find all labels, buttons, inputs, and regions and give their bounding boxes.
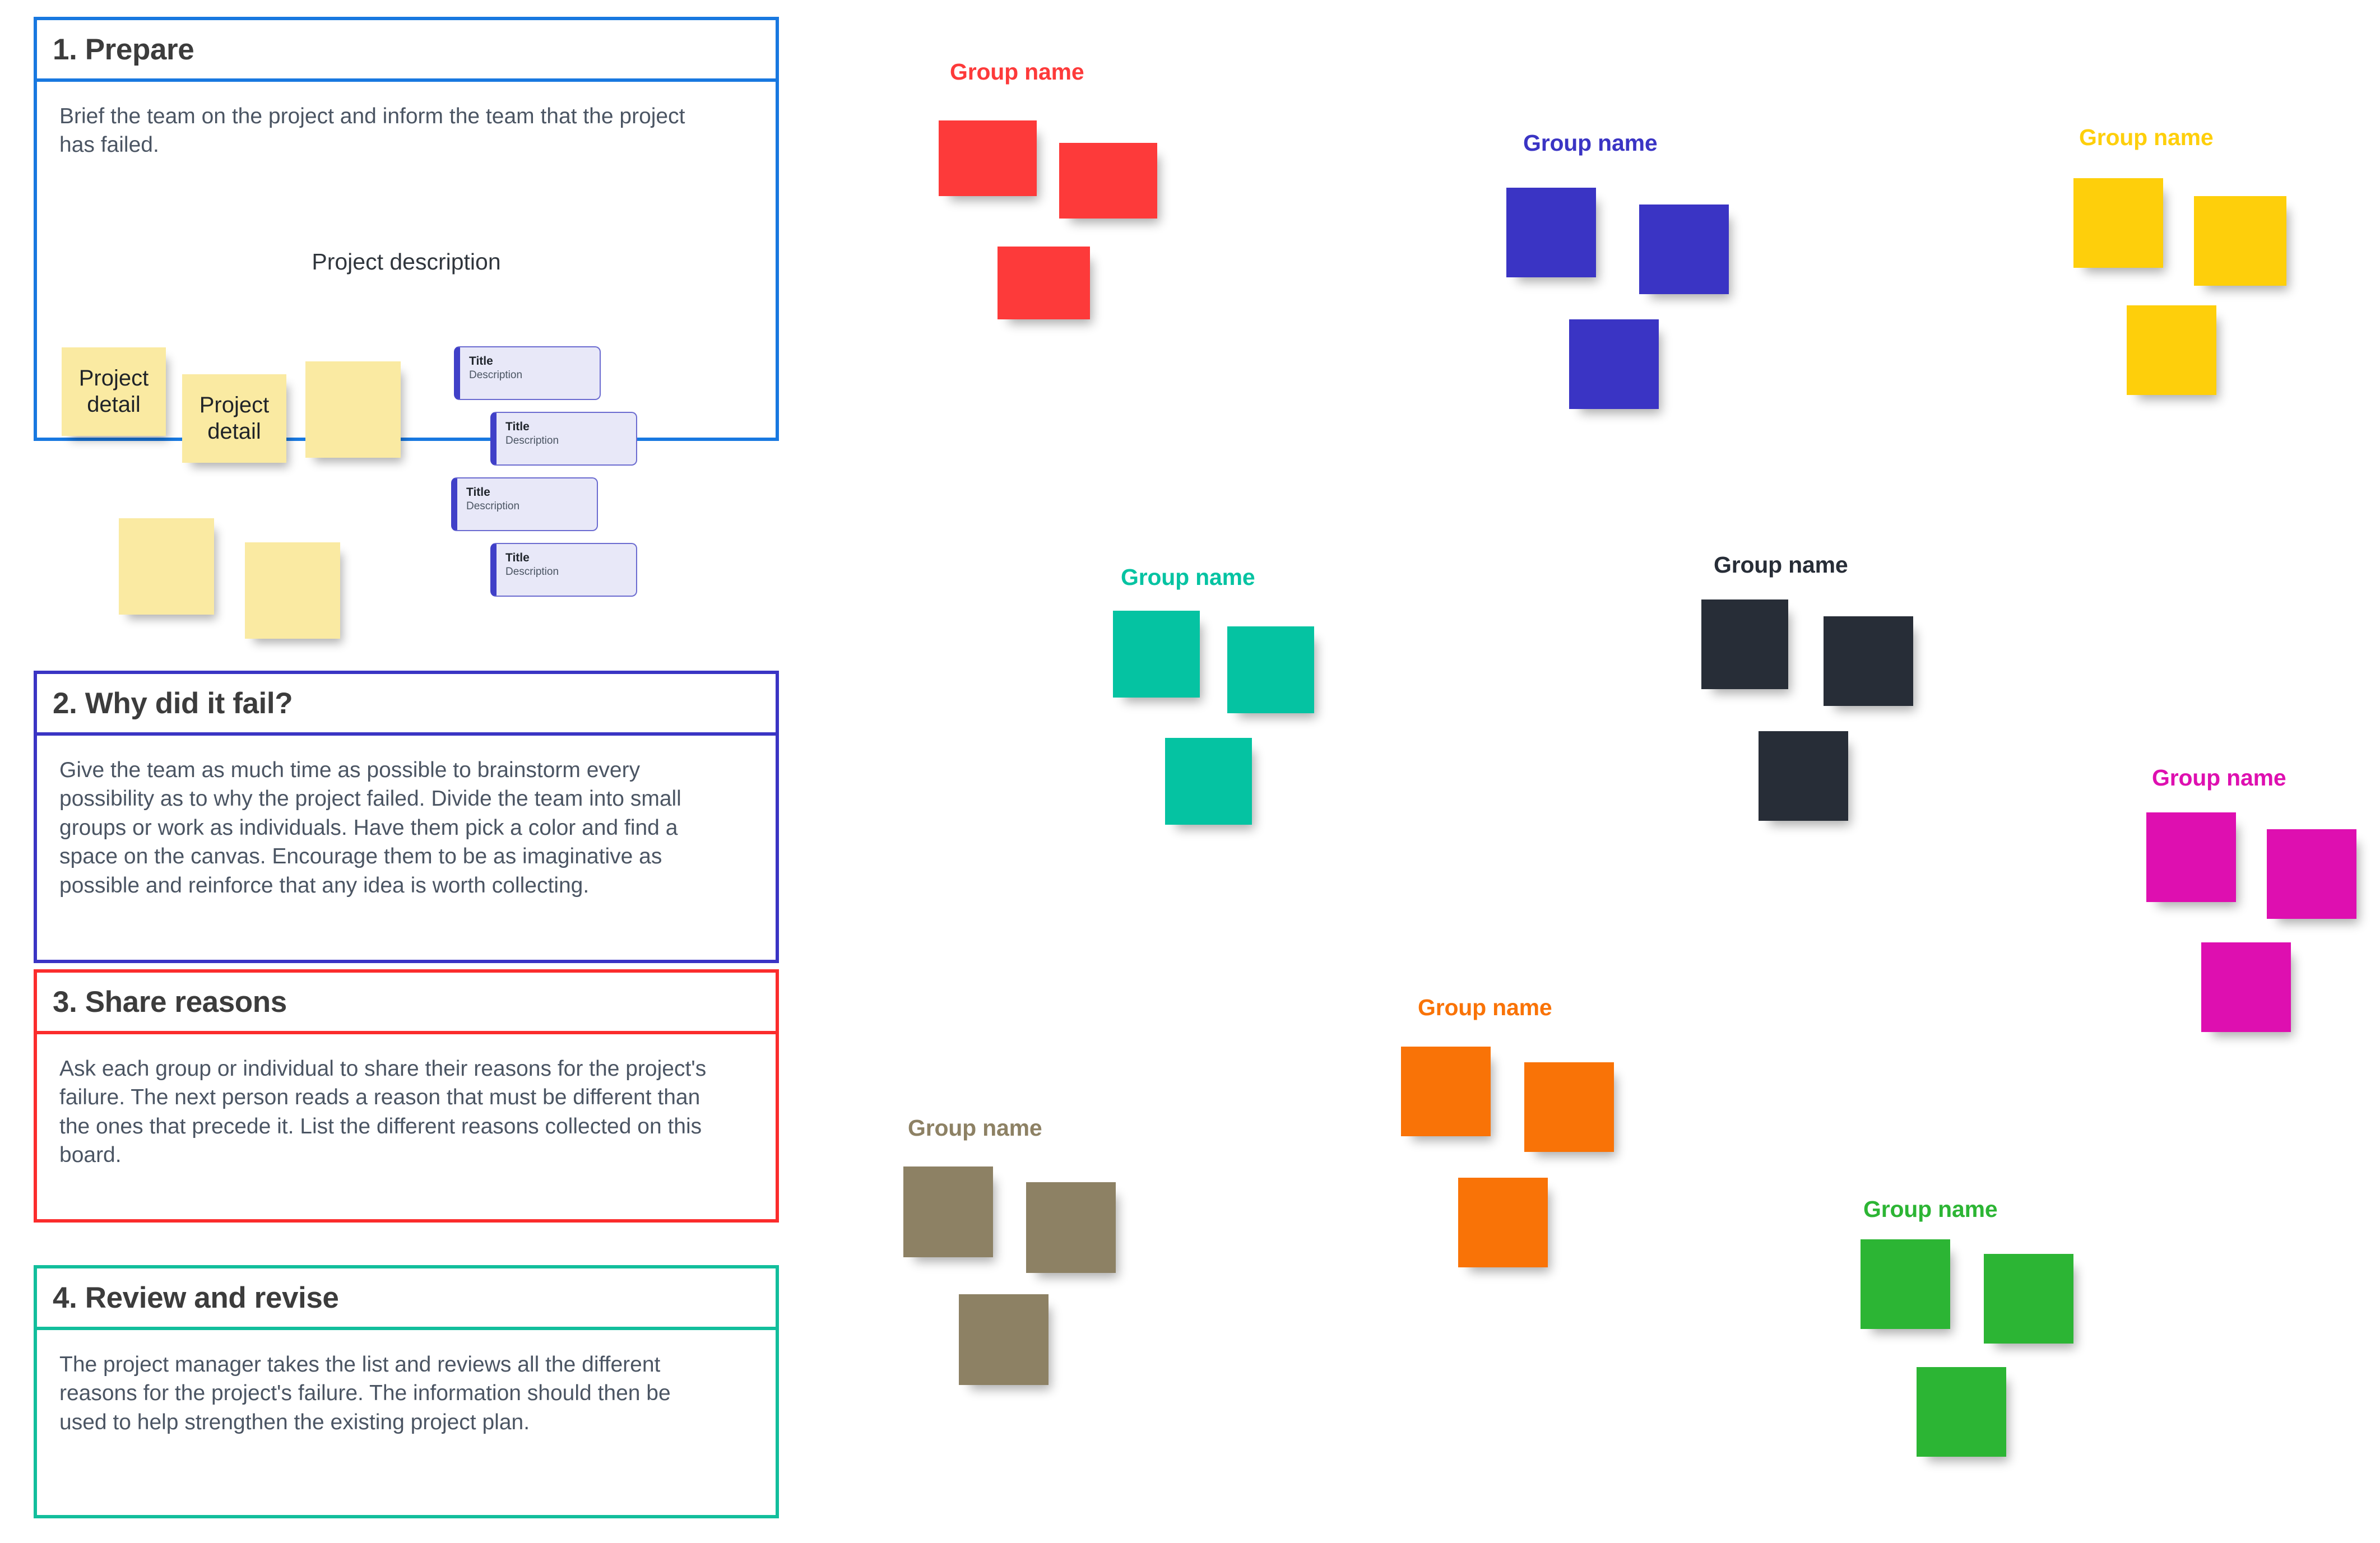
- panel-title-prepare: 1. Prepare: [53, 32, 194, 66]
- group-yellow-label[interactable]: Group name: [2079, 124, 2214, 151]
- group-dark-note[interactable]: [1824, 616, 1913, 706]
- group-dark-note[interactable]: [1701, 599, 1788, 689]
- group-dark-label[interactable]: Group name: [1714, 552, 1848, 578]
- panel-header-why-did-it-fail: 2. Why did it fail?: [37, 674, 776, 736]
- group-green-label[interactable]: Group name: [1863, 1196, 1998, 1223]
- project-detail-sticky-note[interactable]: [119, 518, 214, 615]
- panel-title-why-did-it-fail: 2. Why did it fail?: [53, 686, 293, 720]
- panel-header-review-and-revise: 4. Review and revise: [37, 1268, 776, 1330]
- group-blue-note[interactable]: [1506, 188, 1596, 277]
- group-yellow-note[interactable]: [2194, 196, 2286, 286]
- group-yellow-note[interactable]: [2073, 178, 2163, 268]
- group-green-note[interactable]: [1984, 1254, 2073, 1344]
- card-description: Description: [505, 435, 559, 447]
- project-detail-sticky-note[interactable]: [305, 361, 401, 458]
- group-orange-note[interactable]: [1524, 1062, 1614, 1152]
- group-red-label[interactable]: Group name: [950, 59, 1084, 85]
- card-title: Title: [505, 420, 530, 433]
- group-blue-note[interactable]: [1569, 319, 1659, 409]
- instruction-panel-share-reasons: 3. Share reasons Ask each group or indivi…: [34, 969, 779, 1223]
- group-red-note[interactable]: [998, 247, 1090, 319]
- panel-description-share-reasons: Ask each group or individual to share th…: [59, 1057, 707, 1168]
- group-dark-note[interactable]: [1759, 731, 1848, 821]
- title-description-card[interactable]: Title Description: [451, 477, 598, 531]
- panel-body-review-and-revise: The project manager takes the list and r…: [37, 1330, 776, 1515]
- group-magenta-note[interactable]: [2146, 812, 2236, 902]
- group-blue-note[interactable]: [1639, 205, 1729, 294]
- group-khaki-label[interactable]: Group name: [908, 1115, 1042, 1141]
- group-blue-label[interactable]: Group name: [1523, 130, 1658, 156]
- title-description-card[interactable]: Title Description: [490, 412, 637, 466]
- card-description: Description: [505, 566, 559, 578]
- group-teal-label[interactable]: Group name: [1121, 564, 1255, 591]
- group-green-note[interactable]: [1917, 1367, 2006, 1457]
- sticky-note-text: Project detail: [78, 365, 149, 417]
- group-red-note[interactable]: [1059, 143, 1157, 219]
- prepare-note-area: Project detail Project detail Title Descrip…: [37, 82, 776, 639]
- project-detail-sticky-note[interactable]: Project detail: [182, 374, 286, 463]
- card-description: Description: [469, 369, 523, 382]
- panel-body-prepare: Brief the team on the project and inform…: [37, 82, 776, 639]
- group-magenta-note[interactable]: [2267, 829, 2356, 919]
- group-magenta-label[interactable]: Group name: [2152, 765, 2286, 791]
- group-yellow-note[interactable]: [2127, 305, 2216, 395]
- instruction-panel-prepare: 1. Prepare Brief the team on the project …: [34, 17, 779, 639]
- project-detail-sticky-note[interactable]: [245, 542, 340, 639]
- card-title: Title: [505, 551, 530, 564]
- group-teal-note[interactable]: [1165, 738, 1252, 825]
- group-khaki-note[interactable]: [1026, 1182, 1116, 1273]
- group-teal-note[interactable]: [1113, 611, 1200, 698]
- panel-description-review-and-revise: The project manager takes the list and r…: [59, 1353, 671, 1434]
- panel-description-why-did-it-fail: Give the team as much time as possible t…: [59, 758, 681, 898]
- title-description-card[interactable]: Title Description: [454, 346, 601, 400]
- title-description-card[interactable]: Title Description: [490, 543, 637, 597]
- group-orange-note[interactable]: [1401, 1047, 1491, 1136]
- card-title: Title: [469, 355, 493, 368]
- instruction-panel-review-and-revise: 4. Review and revise The project manager …: [34, 1265, 779, 1518]
- group-magenta-note[interactable]: [2201, 942, 2291, 1032]
- panel-header-share-reasons: 3. Share reasons: [37, 973, 776, 1034]
- instruction-panel-why-did-it-fail: 2. Why did it fail? Give the team as much…: [34, 671, 779, 963]
- card-description: Description: [466, 500, 520, 513]
- panel-body-why-did-it-fail: Give the team as much time as possible t…: [37, 736, 776, 960]
- group-khaki-note[interactable]: [903, 1166, 993, 1257]
- panel-title-review-and-revise: 4. Review and revise: [53, 1281, 339, 1314]
- group-teal-note[interactable]: [1227, 626, 1314, 713]
- group-orange-note[interactable]: [1458, 1178, 1548, 1267]
- panel-title-share-reasons: 3. Share reasons: [53, 985, 287, 1019]
- project-detail-sticky-note[interactable]: Project detail: [62, 347, 166, 436]
- card-title: Title: [466, 486, 490, 499]
- panel-body-share-reasons: Ask each group or individual to share th…: [37, 1034, 776, 1219]
- panel-header-prepare: 1. Prepare: [37, 20, 776, 82]
- group-red-note[interactable]: [939, 120, 1037, 196]
- sticky-note-text: Project detail: [199, 392, 270, 444]
- group-green-note[interactable]: [1861, 1239, 1950, 1329]
- group-khaki-note[interactable]: [959, 1294, 1049, 1385]
- group-orange-label[interactable]: Group name: [1418, 994, 1552, 1021]
